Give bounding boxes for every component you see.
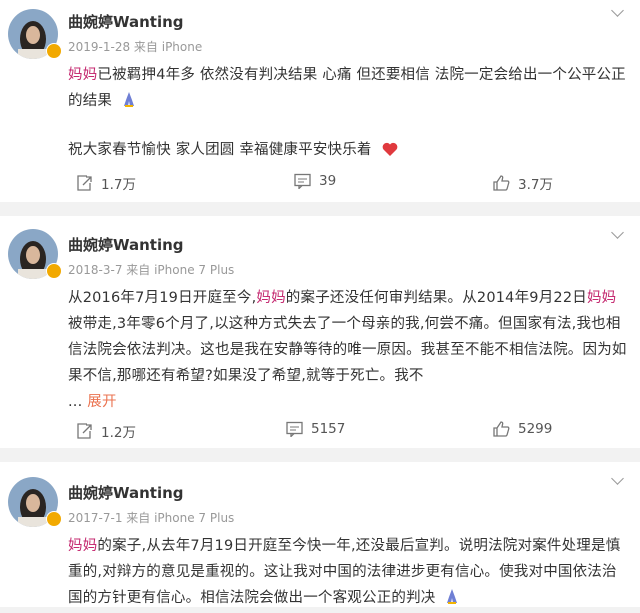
post-body: 妈妈已被羁押4年多 依然没有判决结果 心痛 但还要相信 法院一定会给出一个公平公… [68, 62, 628, 116]
thumbs-up-icon [493, 421, 510, 437]
highlight-text[interactable]: 妈妈 [256, 290, 285, 306]
highlight-text[interactable]: 妈妈 [587, 290, 616, 306]
repost-icon [77, 175, 92, 191]
body-text: 从2016年7月19日开庭至今, [68, 290, 257, 306]
chevron-down-icon[interactable] [611, 226, 624, 239]
repost-icon [77, 423, 92, 439]
chevron-down-icon[interactable] [611, 4, 624, 17]
verified-badge-icon [46, 263, 62, 279]
comment-count: 39 [319, 173, 337, 189]
comment-button[interactable]: 5157 [286, 421, 345, 437]
post-3: 曲婉婷Wanting 2017-7-1 来自 iPhone 7 Plus 妈妈的… [0, 462, 640, 607]
post-meta: 2018-3-7 来自 iPhone 7 Plus [68, 263, 235, 277]
post-body-line2: 祝大家春节愉快 家人团圆 幸福健康平安快乐着 [68, 137, 628, 165]
thumbs-up-icon [493, 175, 510, 191]
post-body: 妈妈的案子,从去年7月19日开庭至今快一年,还没最后宣判。说明法院对案件处理是慎… [68, 533, 628, 613]
comment-count: 5157 [311, 421, 346, 437]
like-count: 5299 [518, 421, 553, 437]
repost-button[interactable]: 1.7万 [76, 173, 136, 193]
like-button[interactable]: 3.7万 [493, 173, 553, 193]
repost-count: 1.7万 [101, 177, 136, 193]
heart-emoji-icon [382, 139, 398, 165]
username[interactable]: 曲婉婷Wanting [68, 482, 184, 503]
ellipsis: ... [68, 394, 83, 410]
like-count: 3.7万 [518, 177, 553, 193]
post-body: 从2016年7月19日开庭至今,妈妈的案子还没任何审判结果。从2014年9月22… [68, 285, 628, 415]
comment-icon [294, 173, 311, 189]
body-text: 的案子还没任何审判结果。从2014年9月22日 [285, 290, 587, 306]
username[interactable]: 曲婉婷Wanting [68, 11, 184, 32]
body-text: 已被羁押4年多 依然没有判决结果 心痛 但还要相信 法院一定会给出一个公平公正的… [68, 67, 626, 109]
repost-button[interactable]: 1.2万 [76, 421, 136, 441]
body-text: 的案子,从去年7月19日开庭至今快一年,还没最后宣判。说明法院对案件处理是慎重的… [68, 538, 621, 606]
post-2: 曲婉婷Wanting 2018-3-7 来自 iPhone 7 Plus 从20… [0, 216, 640, 448]
body-text: 祝大家春节愉快 家人团圆 幸福健康平安快乐着 [68, 142, 372, 158]
prayer-emoji-icon [121, 90, 137, 116]
post-meta: 2017-7-1 来自 iPhone 7 Plus [68, 511, 235, 525]
body-text: 被带走,3年零6个月了,以这种方式失去了一个母亲的我,何尝不痛。但国家有法,我也… [68, 316, 627, 384]
verified-badge-icon [46, 511, 62, 527]
verified-badge-icon [46, 43, 62, 59]
highlight-text[interactable]: 妈妈 [68, 67, 97, 83]
prayer-emoji-icon [444, 587, 460, 613]
post-1: 曲婉婷Wanting 2019-1-28 来自 iPhone 妈妈已被羁押4年多… [0, 0, 640, 202]
repost-count: 1.2万 [101, 425, 136, 441]
highlight-text[interactable]: 妈妈 [68, 538, 97, 554]
comment-icon [286, 421, 303, 437]
like-button[interactable]: 5299 [493, 421, 552, 437]
chevron-down-icon[interactable] [611, 472, 624, 485]
comment-button[interactable]: 39 [294, 173, 336, 189]
expand-link[interactable]: 展开 [87, 394, 116, 410]
username[interactable]: 曲婉婷Wanting [68, 234, 184, 255]
post-meta: 2019-1-28 来自 iPhone [68, 40, 203, 54]
